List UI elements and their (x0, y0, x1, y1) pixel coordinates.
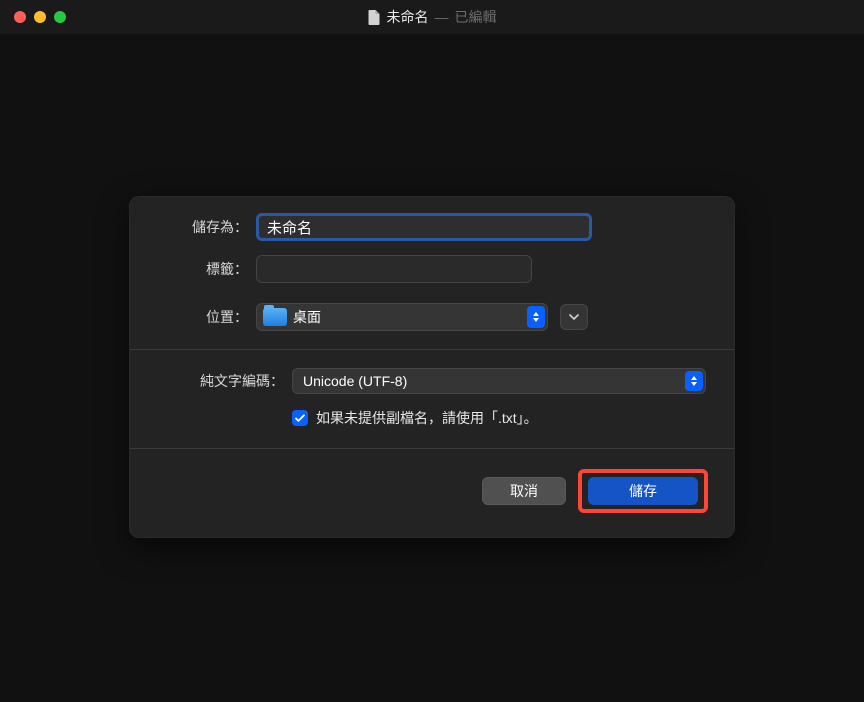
window-title: 未命名 — 已編輯 (368, 7, 497, 27)
tags-input[interactable] (256, 255, 532, 283)
extension-checkbox-label: 如果未提供副檔名，請使用「.txt」。 (316, 408, 538, 428)
title-separator: — (435, 9, 449, 25)
save-dialog-upper: 儲存為： 標籤： 位置： 桌面 (130, 197, 734, 349)
traffic-lights (14, 11, 66, 23)
expand-dialog-button[interactable] (560, 304, 588, 330)
save-as-label: 儲存為： (158, 217, 248, 237)
encoding-value: Unicode (UTF-8) (303, 373, 407, 389)
cancel-button[interactable]: 取消 (482, 477, 566, 505)
where-label: 位置： (158, 307, 248, 327)
window-title-text: 未命名 (387, 7, 429, 27)
folder-icon (263, 308, 287, 326)
checkmark-icon (295, 414, 305, 423)
save-button-highlight: 儲存 (578, 469, 708, 513)
window-title-bar: 未命名 — 已編輯 (0, 0, 864, 34)
save-dialog-lower: 純文字編碼： Unicode (UTF-8) 如果未提供副檔名，請使用「.txt… (130, 350, 734, 448)
popup-arrows-icon (527, 306, 545, 328)
where-popup[interactable]: 桌面 (256, 303, 548, 331)
window-edited-status: 已編輯 (455, 7, 497, 27)
extension-checkbox-row: 如果未提供副檔名，請使用「.txt」。 (292, 408, 706, 428)
chevron-down-icon (569, 314, 579, 321)
fullscreen-window-button[interactable] (54, 11, 66, 23)
close-window-button[interactable] (14, 11, 26, 23)
encoding-popup[interactable]: Unicode (UTF-8) (292, 368, 706, 394)
dialog-footer: 取消 儲存 (130, 448, 734, 537)
window-body: 儲存為： 標籤： 位置： 桌面 (0, 34, 864, 702)
encoding-label: 純文字編碼： (158, 371, 284, 391)
where-value: 桌面 (293, 307, 321, 327)
save-button[interactable]: 儲存 (588, 477, 698, 505)
use-txt-extension-checkbox[interactable] (292, 410, 308, 426)
minimize-window-button[interactable] (34, 11, 46, 23)
popup-arrows-icon (685, 371, 703, 391)
save-dialog: 儲存為： 標籤： 位置： 桌面 (129, 196, 735, 538)
document-icon (368, 10, 381, 25)
save-as-input[interactable] (256, 213, 592, 241)
tags-label: 標籤： (158, 259, 248, 279)
